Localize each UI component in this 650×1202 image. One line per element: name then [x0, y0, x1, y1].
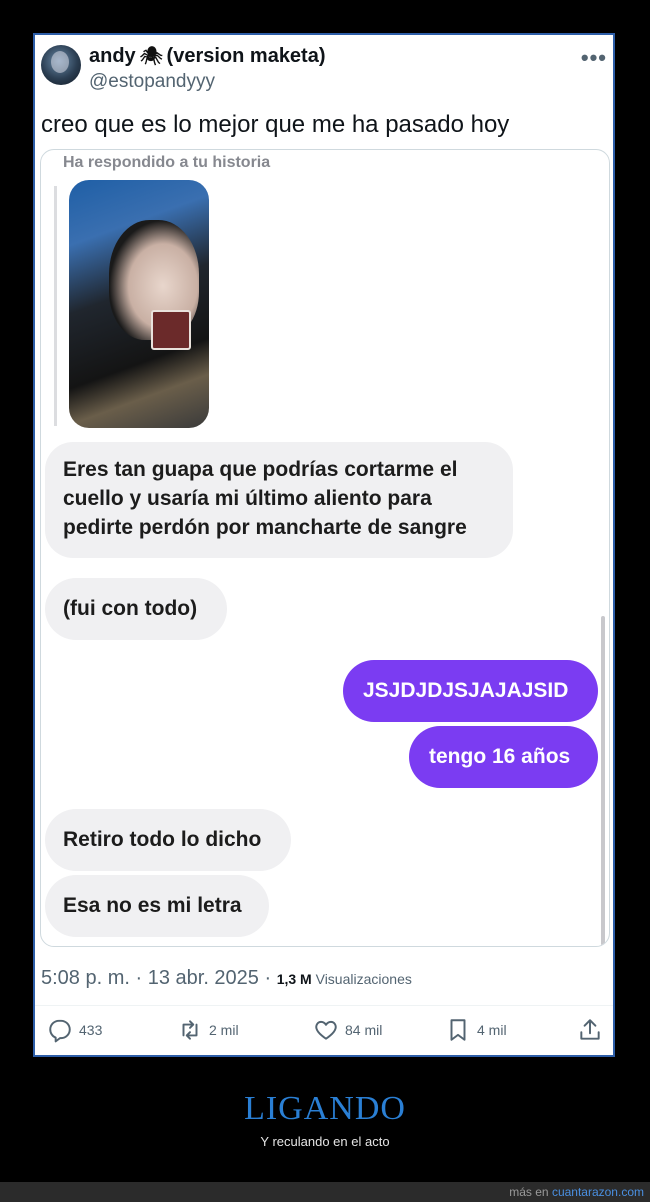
site-credit: más en cuantarazon.com: [509, 1185, 644, 1199]
bookmark-button[interactable]: 4 mil: [445, 1017, 507, 1043]
tweet-card: andy 🕷 (version maketa) @estopandyyy ••• c…: [33, 33, 615, 1057]
reply-count: 433: [79, 1022, 103, 1038]
message-bubble-received[interactable]: Retiro todo lo dicho: [45, 809, 291, 871]
avatar[interactable]: [41, 45, 81, 85]
tweet-text: creo que es lo mejor que me ha pasado ho…: [41, 111, 510, 138]
story-reply-label: Ha respondido a tu historia: [63, 154, 271, 171]
views-label: Visualizaciones: [311, 971, 412, 987]
message-bubble-received[interactable]: (fui con todo): [45, 578, 227, 640]
bookmark-icon: [450, 1019, 466, 1041]
message-bubble-sent[interactable]: JSJDJDJSJAJAJSID: [343, 660, 598, 722]
share-button[interactable]: [577, 1017, 609, 1043]
message-bubble-sent[interactable]: tengo 16 años: [409, 726, 598, 788]
credit-prefix: más en: [509, 1185, 552, 1199]
site-link[interactable]: cuantarazon.com: [552, 1185, 644, 1199]
divider: [35, 1005, 613, 1006]
user-handle[interactable]: @estopandyyy: [89, 71, 215, 93]
display-name[interactable]: andy 🕷 (version maketa): [89, 45, 326, 68]
story-thumbnail[interactable]: [69, 180, 209, 428]
site-footer-bar: más en cuantarazon.com: [0, 1182, 650, 1202]
reply-button[interactable]: 433: [47, 1017, 102, 1043]
story-sticker: [151, 310, 191, 350]
share-icon: [580, 1019, 600, 1040]
tweet-timestamp[interactable]: 5:08 p. m. · 13 abr. 2025 · 1,3 M Visual…: [41, 967, 412, 990]
retweet-button[interactable]: 2 mil: [177, 1017, 239, 1043]
like-icon: [315, 1020, 337, 1040]
meme-title: LIGANDO: [244, 1090, 406, 1127]
meme-subtitle: Y reculando en el acto: [260, 1134, 390, 1149]
display-name-suffix: (version maketa): [166, 45, 326, 67]
like-button[interactable]: 84 mil: [313, 1017, 382, 1043]
display-name-prefix: andy: [89, 45, 136, 67]
like-count: 84 mil: [345, 1022, 383, 1038]
retweet-icon: [182, 1020, 198, 1040]
timestamp-text: 5:08 p. m. · 13 abr. 2025 ·: [41, 967, 277, 989]
message-bubble-received[interactable]: Eres tan guapa que podrías cortarme el c…: [45, 442, 513, 558]
views-count: 1,3 M: [276, 971, 312, 987]
reply-icon: [49, 1019, 71, 1043]
bookmark-count: 4 mil: [477, 1022, 507, 1038]
chat-scrollbar[interactable]: [601, 616, 605, 946]
retweet-count: 2 mil: [209, 1022, 239, 1038]
more-icon[interactable]: •••: [581, 45, 607, 71]
message-bubble-received[interactable]: Esa no es mi letra: [45, 875, 269, 937]
story-reply-line: [54, 186, 57, 426]
spider-icon: 🕷: [139, 46, 163, 66]
chat-screenshot: Ha respondido a tu historia Eres tan gua…: [40, 149, 610, 947]
